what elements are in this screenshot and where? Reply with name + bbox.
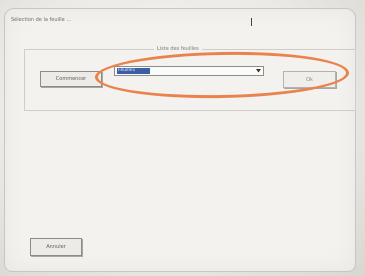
photo-background: Sélection de la feuille ... Liste des fe… bbox=[0, 0, 365, 276]
sheet-dropdown[interactable]: Feuille1 bbox=[114, 66, 264, 76]
cancel-button[interactable]: Annuler bbox=[30, 238, 82, 256]
dropdown-selected-value: Feuille1 bbox=[117, 68, 150, 74]
window-title: Sélection de la feuille ... bbox=[11, 17, 72, 23]
chevron-down-icon[interactable] bbox=[254, 67, 262, 75]
dialog-window: Sélection de la feuille ... Liste des fe… bbox=[4, 8, 356, 272]
start-button[interactable]: Commencer bbox=[40, 71, 102, 87]
text-cursor bbox=[251, 18, 252, 26]
frame-label: Liste des feuilles bbox=[154, 46, 202, 52]
ok-button[interactable]: Ok bbox=[283, 71, 336, 88]
sheet-group-frame: Liste des feuilles Commencer Feuille1 Ok bbox=[24, 46, 356, 111]
